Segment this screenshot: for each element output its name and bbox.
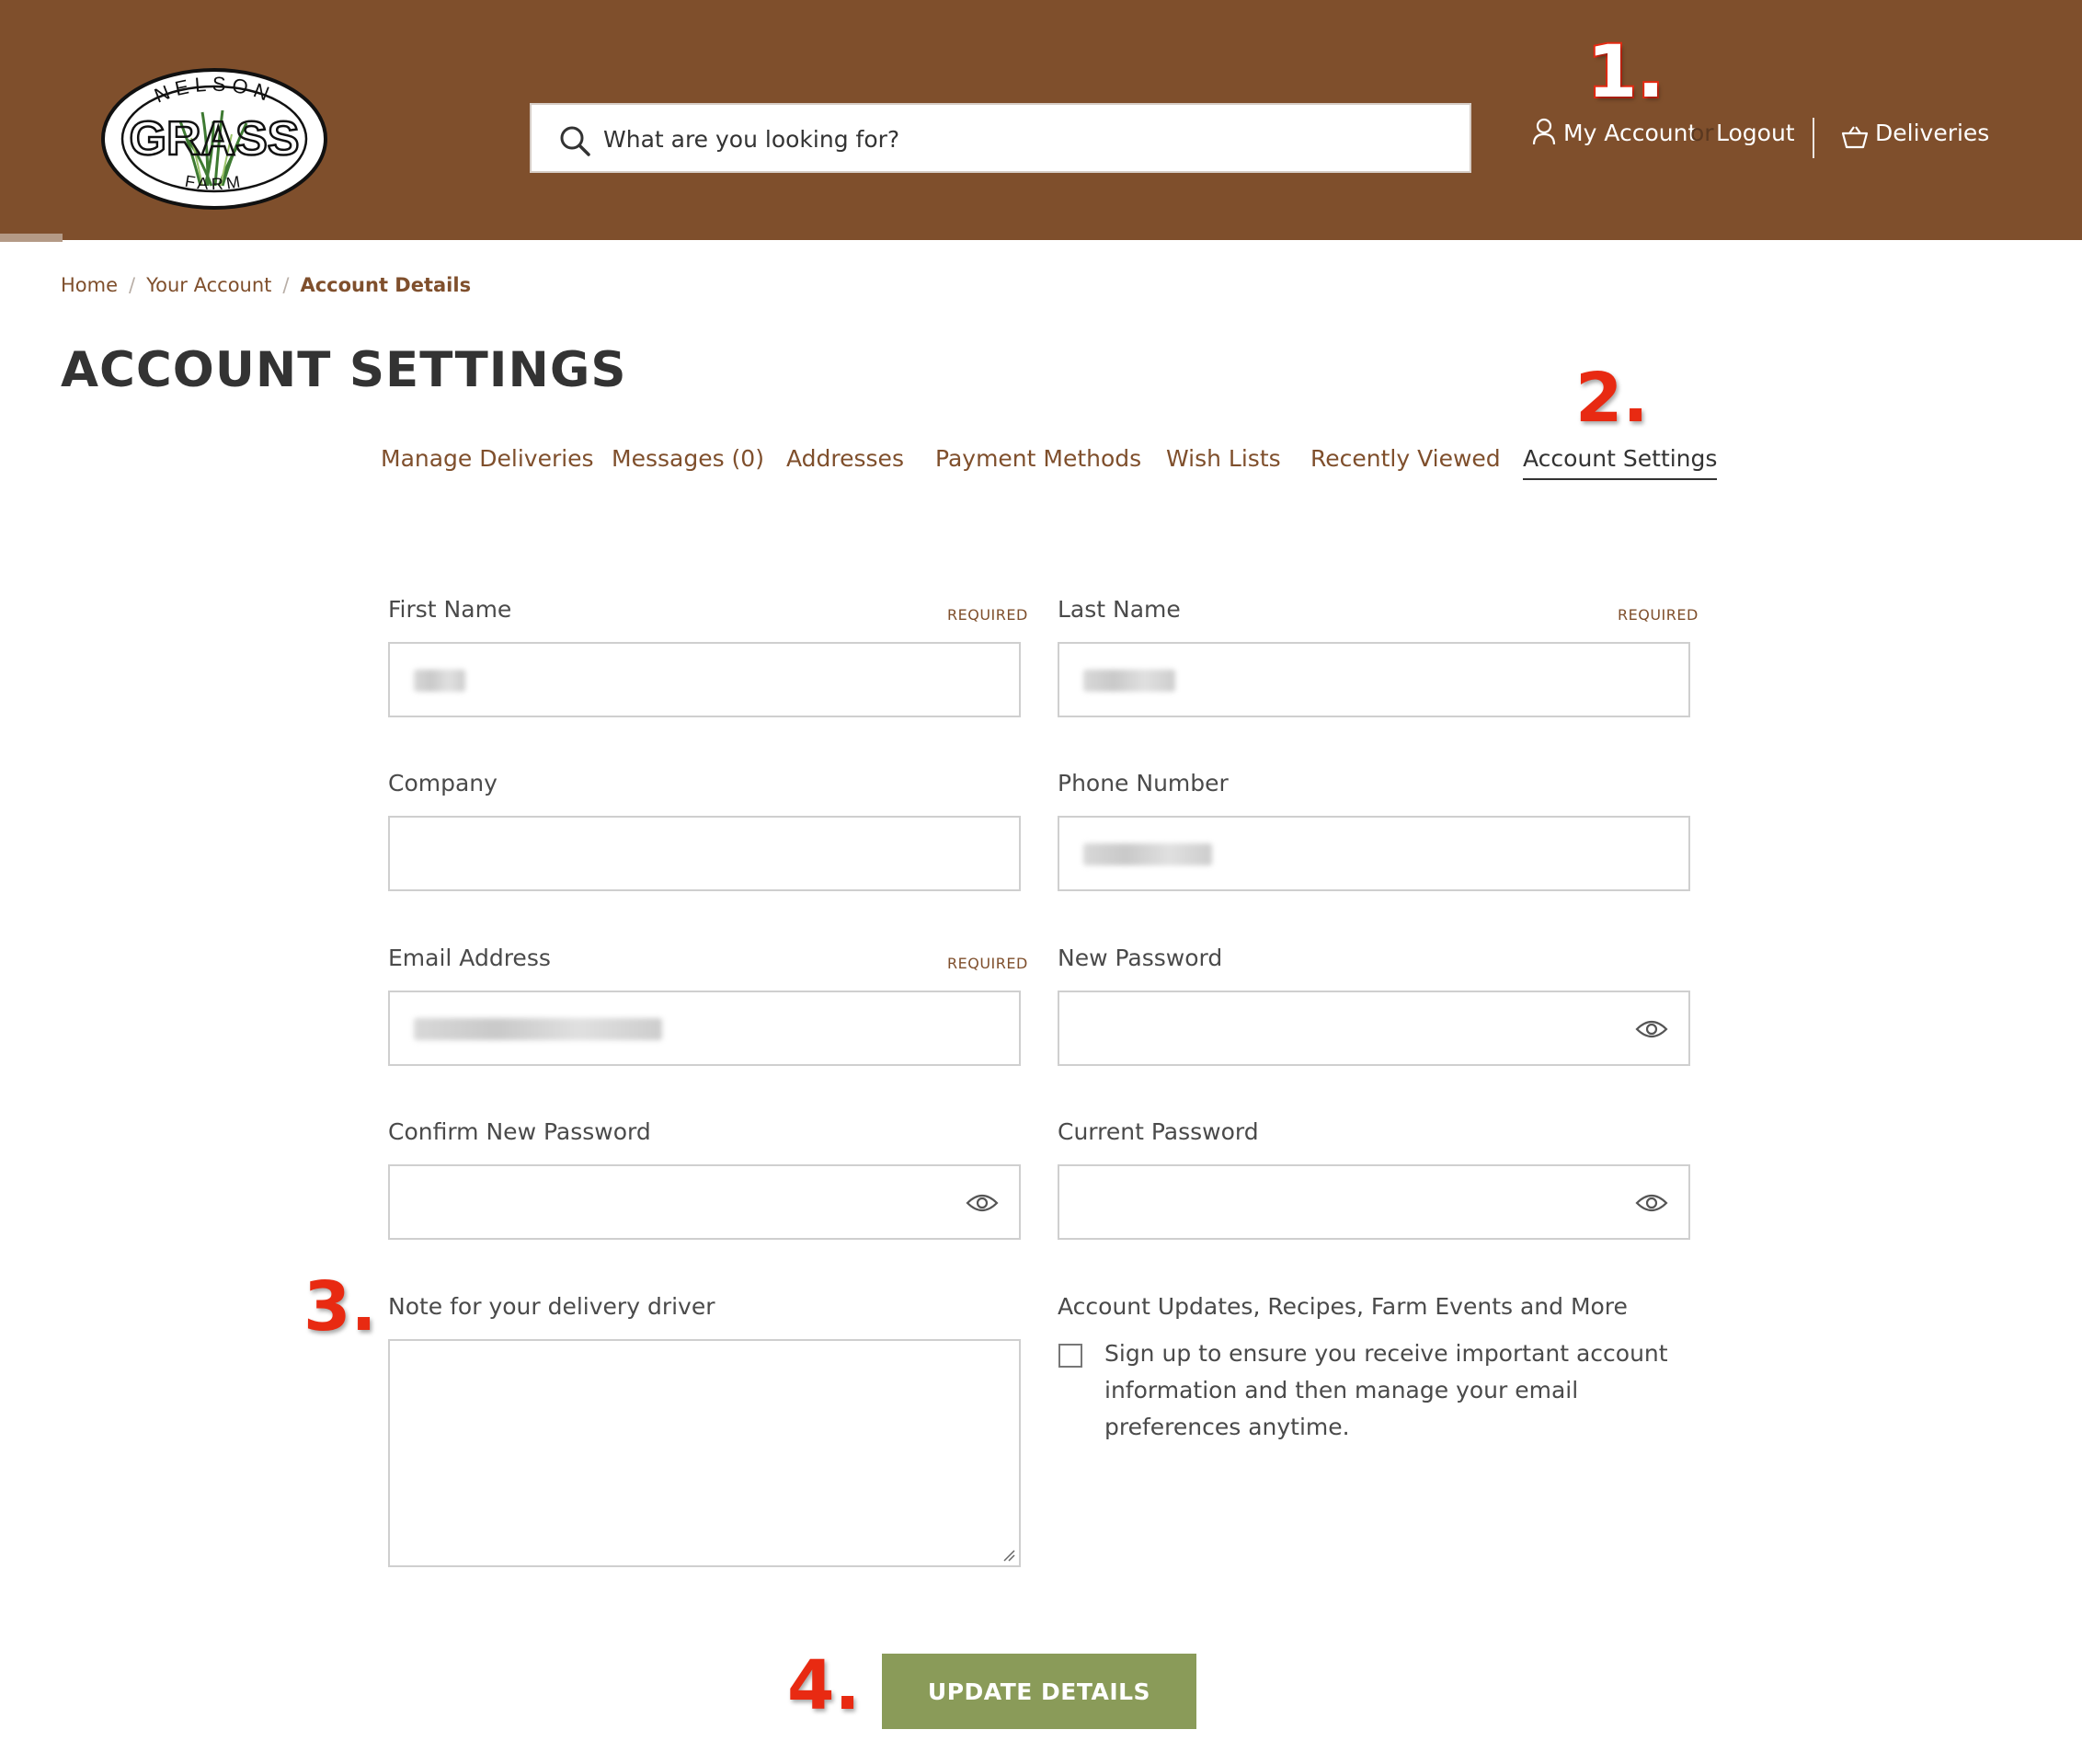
breadcrumb-home[interactable]: Home: [61, 274, 118, 296]
new-password-field[interactable]: [1058, 991, 1690, 1066]
company-field[interactable]: [388, 816, 1021, 891]
tab-recently-viewed[interactable]: Recently Viewed: [1310, 445, 1501, 472]
last-name-field[interactable]: [1058, 642, 1690, 717]
newsletter-checkbox-text[interactable]: Sign up to ensure you receive important …: [1104, 1335, 1693, 1446]
delivery-note-label: Note for your delivery driver: [388, 1293, 715, 1320]
header-accent-bar: [0, 234, 63, 242]
tab-addresses[interactable]: Addresses: [786, 445, 904, 472]
breadcrumb: Home / Your Account / Account Details: [61, 274, 472, 296]
email-field[interactable]: [388, 991, 1021, 1066]
first-name-input[interactable]: [390, 644, 1019, 716]
tab-payment-methods[interactable]: Payment Methods: [935, 445, 1141, 472]
tab-messages[interactable]: Messages (0): [612, 445, 764, 472]
newsletter-label: Account Updates, Recipes, Farm Events an…: [1058, 1293, 1628, 1320]
confirm-password-field[interactable]: [388, 1164, 1021, 1240]
annotation-step-4: 4.: [785, 1644, 863, 1727]
email-required: REQUIRED: [947, 955, 1028, 972]
annotation-step-1: 1.: [1585, 29, 1666, 116]
or-text: or: [1690, 120, 1714, 146]
nelson-grass-farm-logo[interactable]: GRASS NELSON FARM: [99, 66, 329, 212]
search-input[interactable]: [601, 105, 1433, 173]
newsletter-checkbox[interactable]: [1058, 1344, 1082, 1368]
new-password-label: New Password: [1058, 945, 1223, 971]
current-password-field[interactable]: [1058, 1164, 1690, 1240]
annotation-step-3: 3.: [302, 1266, 379, 1348]
logout-link[interactable]: Logout: [1716, 120, 1795, 146]
delivery-note-field[interactable]: [388, 1339, 1021, 1567]
redacted-value: [1083, 843, 1212, 865]
basket-icon: [1841, 126, 1869, 149]
resize-handle-icon[interactable]: [1002, 1549, 1015, 1562]
email-label: Email Address: [388, 945, 551, 971]
first-name-label: First Name: [388, 596, 512, 623]
tab-manage-deliveries[interactable]: Manage Deliveries: [381, 445, 594, 472]
update-details-button[interactable]: UPDATE DETAILS: [882, 1654, 1196, 1729]
my-account-link[interactable]: My Account: [1563, 120, 1697, 146]
svg-text:GRASS: GRASS: [130, 112, 300, 166]
last-name-required: REQUIRED: [1618, 606, 1699, 624]
current-password-input[interactable]: [1059, 1166, 1688, 1238]
phone-field[interactable]: [1058, 816, 1690, 891]
page-title: ACCOUNT SETTINGS: [61, 342, 627, 398]
breadcrumb-current: Account Details: [300, 274, 472, 296]
search-icon: [560, 126, 590, 156]
company-input[interactable]: [390, 818, 1019, 889]
search-bar[interactable]: [530, 103, 1471, 173]
phone-label: Phone Number: [1058, 770, 1229, 796]
show-password-icon[interactable]: [1635, 1016, 1668, 1042]
show-password-icon[interactable]: [1635, 1190, 1668, 1216]
redacted-value: [414, 670, 465, 692]
tab-wish-lists[interactable]: Wish Lists: [1166, 445, 1281, 472]
show-password-icon[interactable]: [966, 1190, 999, 1216]
confirm-password-input[interactable]: [390, 1166, 1019, 1238]
redacted-value: [1083, 670, 1175, 692]
breadcrumb-your-account[interactable]: Your Account: [146, 274, 271, 296]
redacted-value: [414, 1018, 662, 1040]
site-header: GRASS NELSON FARM 1. My Account or Logou…: [0, 0, 2082, 240]
company-label: Company: [388, 770, 498, 796]
deliveries-link[interactable]: Deliveries: [1875, 120, 1989, 146]
current-password-label: Current Password: [1058, 1118, 1259, 1145]
user-icon: [1532, 118, 1556, 145]
annotation-step-2: 2.: [1573, 357, 1651, 440]
last-name-label: Last Name: [1058, 596, 1181, 623]
new-password-input[interactable]: [1059, 992, 1688, 1064]
delivery-note-input[interactable]: [390, 1341, 1019, 1565]
tab-account-settings[interactable]: Account Settings: [1523, 445, 1718, 480]
confirm-password-label: Confirm New Password: [388, 1118, 651, 1145]
header-divider: [1813, 118, 1814, 158]
svg-text:FARM: FARM: [184, 172, 246, 193]
first-name-required: REQUIRED: [947, 606, 1028, 624]
first-name-field[interactable]: [388, 642, 1021, 717]
